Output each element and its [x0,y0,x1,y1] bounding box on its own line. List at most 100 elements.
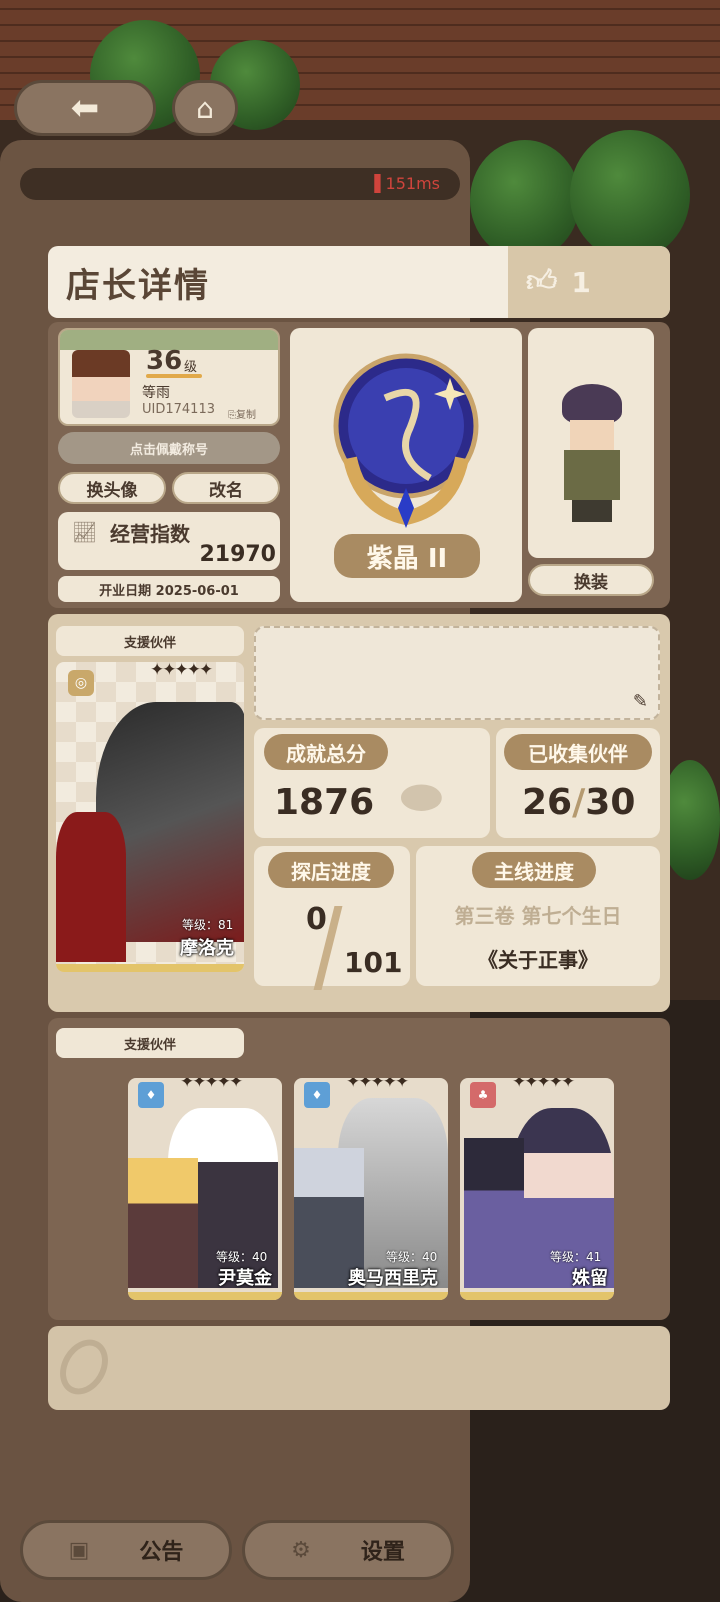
partner-stars: ✦✦✦✦✦ [346,1078,409,1092]
collected-value: 26/30 [522,782,635,823]
open-date-text: 开业日期 2025-06-01 [99,583,239,599]
support-label-text: 支援伙伴 [123,635,176,651]
rank-card[interactable]: 紫晶 II [290,328,522,602]
achievement-label-text: 成就总分 [286,741,366,766]
level-number: 36 [146,346,183,376]
profile-card: 36 级 等雨 UID174113 ⎘复制 [58,328,280,426]
role-icon: ♦ [304,1082,330,1108]
partner-card[interactable]: ♣ ✦✦✦✦✦ 等级：41 姝留 [460,1078,614,1300]
stats-panel: 支援伙伴 ◎ ✦✦✦✦✦ 等级：81 摩洛克 ✎ 成就总分 1876 ⬬ 已收集… [48,614,670,1012]
collected-total: 30 [585,782,636,823]
support-partner-label-2: 支援伙伴 [56,1028,244,1058]
partner-level: 等级：81 [182,918,234,932]
achievement-card: 成就总分 1876 ⬬ [254,728,490,838]
attribute-icon: ◎ [68,670,94,696]
title-bar: 店长详情 👍︎ 1 [48,246,670,318]
main-story-label: 主线进度 [472,852,596,888]
support-partner-card[interactable]: ◎ ✦✦✦✦✦ 等级：81 摩洛克 [56,662,244,972]
partner-level: 等级：40 [386,1250,438,1264]
rank-name: 紫晶 II [366,543,448,574]
partner-level: 等级：40 [216,1250,268,1264]
biz-index-label: 经营指数 [110,522,190,546]
partner-name: 尹莫金 [218,1268,272,1289]
copy-label: 复制 [236,410,256,421]
biz-index-card: 📈︎ 经营指数 21970 [58,512,280,570]
partner-card[interactable]: ♦ ✦✦✦✦✦ 等级：40 尹莫金 [128,1078,282,1300]
partner-stars: ✦✦✦✦✦ [512,1078,575,1092]
explore-card: 探店进度 0 101 [254,846,410,990]
like-button[interactable]: 👍︎ 1 [508,246,670,318]
page-title: 店长详情 [66,266,210,306]
achievement-value: 1876 [274,782,375,823]
home-button[interactable]: ⌂ [172,80,238,136]
notice-button[interactable]: ▣ 公告 [20,1520,232,1580]
partner-sprite [56,812,126,962]
rename-label: 改名 [209,480,243,501]
partner-bar [128,1292,282,1300]
copy-icon: ⎘ [228,410,236,421]
partner-bar [294,1292,448,1300]
main-story-title: 《关于正事》 [478,948,598,972]
exp-bar [146,374,202,378]
partner-name: 奥马西里克 [348,1268,438,1289]
collected-label-text: 已收集伙伴 [528,741,628,766]
player-uid: UID174113 [142,402,215,417]
main-story-card: 主线进度 第三卷 第七个生日 《关于正事》 [416,846,660,986]
chart-icon: 📈︎ [72,520,98,544]
partner-name: 姝留 [572,1268,608,1289]
partner-level: 等级：41 [550,1250,602,1264]
thumbs-up-icon: 👍︎ [526,264,558,299]
ping-indicator: ▐ 151ms [20,168,460,200]
copy-uid-button[interactable]: ⎘复制 [228,406,256,421]
tree [570,130,690,260]
character-sprite [562,384,622,424]
rank-emblem-icon [333,353,479,528]
outfit-button[interactable]: 换装 [528,564,654,596]
role-icon: ♦ [138,1082,164,1108]
change-avatar-button[interactable]: 换头像 [58,472,166,504]
character-outfit-card [528,328,654,558]
level-unit: 级 [184,360,198,375]
partner-card[interactable]: ♦ ✦✦✦✦✦ 等级：40 奥马西里克 [294,1078,448,1300]
arrow-left-icon: ⬅ [70,88,100,128]
partner-sprite [128,1158,198,1288]
collected-label: 已收集伙伴 [504,734,652,770]
chef-hat-icon: ♣ [470,1082,496,1108]
partner-sprite [464,1138,524,1288]
signature-box[interactable]: ✎ [254,626,660,720]
explore-value: 0 [306,902,327,937]
home-icon: ⌂ [196,91,214,125]
rank-label: 紫晶 II [334,534,480,578]
signal-icon: ▐ [368,174,386,193]
settings-button[interactable]: ⚙ 设置 [242,1520,454,1580]
coffee-bean-icon: ⬬ [400,768,443,826]
settings-label: 设置 [360,1540,405,1565]
character-sprite-legs [572,500,612,522]
main-story-label-text: 主线进度 [494,859,574,884]
main-story-chapter: 第三卷 第七个生日 [454,904,622,928]
collected-count: 26 [522,782,573,823]
character-sprite-body [564,450,620,500]
character-sprite-face [570,420,614,450]
support2-label-text: 支援伙伴 [123,1037,176,1053]
edit-icon[interactable]: ✎ [633,691,648,712]
gear-icon: ⚙ [291,1537,311,1563]
bean-card [48,1326,670,1410]
explore-label: 探店进度 [268,852,394,888]
notice-label: 公告 [139,1540,184,1565]
collected-card: 已收集伙伴 26/30 [496,728,660,838]
biz-index-value: 21970 [199,542,276,567]
avatar[interactable] [72,350,130,418]
like-count: 1 [571,265,591,299]
wear-title-label: 点击佩戴称号 [129,442,208,458]
wear-title-button[interactable]: 点击佩戴称号 [58,432,280,464]
partner-bar [460,1292,614,1300]
explore-label-text: 探店进度 [291,859,371,884]
profile-panel: 36 级 等雨 UID174113 ⎘复制 点击佩戴称号 换头像 改名 📈︎ 经… [48,322,670,608]
change-avatar-label: 换头像 [86,480,138,501]
rename-button[interactable]: 改名 [172,472,280,504]
player-name: 等雨 [142,385,170,401]
partner-bar [56,964,244,972]
explore-total: 101 [344,946,403,979]
back-button[interactable]: ⬅ [14,80,156,136]
